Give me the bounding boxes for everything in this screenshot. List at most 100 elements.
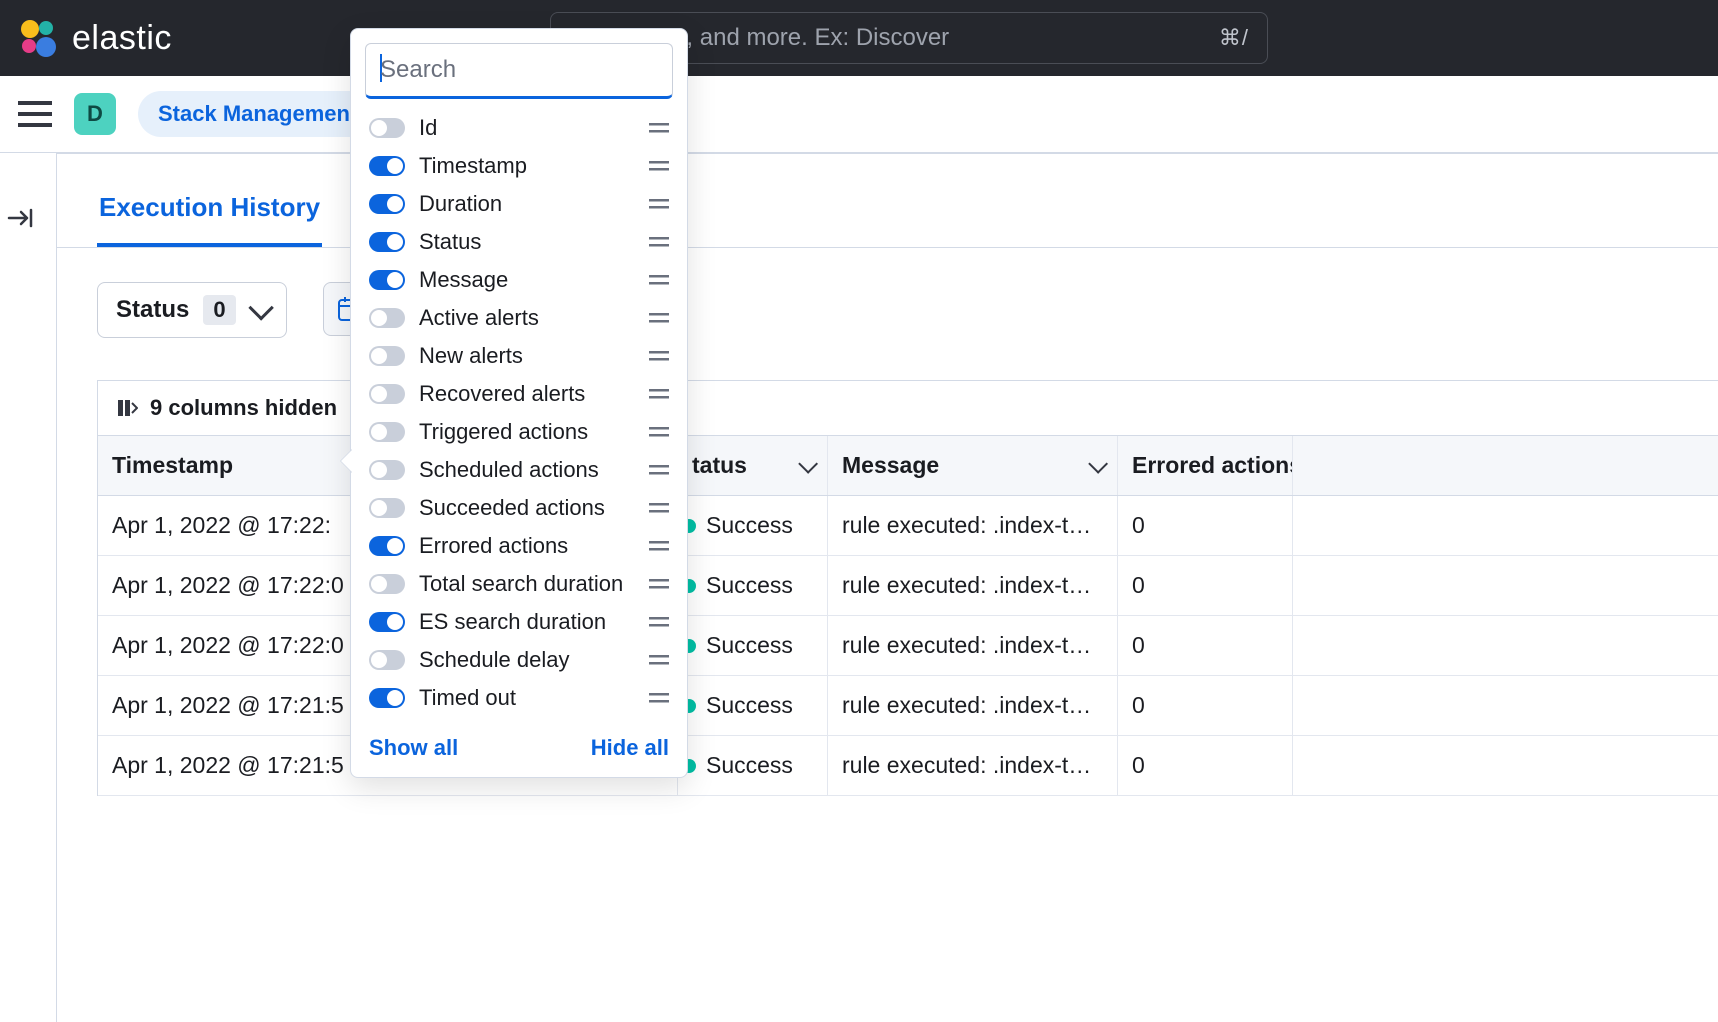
table-row[interactable]: Apr 1, 2022 @ 17:21:5Successrule execute… xyxy=(98,676,1718,736)
column-toggle[interactable] xyxy=(369,270,405,290)
th-message[interactable]: Message xyxy=(828,436,1118,495)
column-label: New alerts xyxy=(419,343,635,369)
drag-handle-icon[interactable] xyxy=(649,425,669,439)
td-message: rule executed: .index-t… xyxy=(828,616,1118,675)
column-toggle-row: Timestamp xyxy=(351,147,687,185)
status-filter[interactable]: Status 0 xyxy=(97,282,287,338)
drag-handle-icon[interactable] xyxy=(649,387,669,401)
column-toggle[interactable] xyxy=(369,650,405,670)
column-list: IdTimestamp Duration Status Message Active a… xyxy=(351,109,687,717)
app-header: D Stack Management xyxy=(0,76,1718,153)
breadcrumb[interactable]: Stack Management xyxy=(138,91,377,137)
drag-handle-icon[interactable] xyxy=(649,121,669,135)
column-label: Duration xyxy=(419,191,635,217)
column-label: Succeeded actions xyxy=(419,495,635,521)
tab-execution-history[interactable]: Execution History xyxy=(97,182,322,247)
brand-logo[interactable]: elastic xyxy=(16,16,172,60)
column-search-input[interactable] xyxy=(365,43,673,99)
main-panel: Execution History A Status 0 9 columns h… xyxy=(56,153,1718,1022)
status-filter-label: Status xyxy=(116,296,189,324)
column-toggle[interactable] xyxy=(369,118,405,138)
brand-name: elastic xyxy=(72,19,172,58)
column-toggle-row: Total search duration xyxy=(351,565,687,603)
column-label: Active alerts xyxy=(419,305,635,331)
td-status: Success xyxy=(678,736,828,795)
td-status: Success xyxy=(678,556,828,615)
drag-handle-icon[interactable] xyxy=(649,577,669,591)
table-toolbar[interactable]: 9 columns hidden xyxy=(98,381,1718,436)
column-toggle[interactable] xyxy=(369,536,405,556)
drag-handle-icon[interactable] xyxy=(649,615,669,629)
drag-handle-icon[interactable] xyxy=(649,539,669,553)
column-toggle-row: Scheduled actions xyxy=(351,451,687,489)
tabs: Execution History A xyxy=(57,182,1718,248)
column-label: Total search duration xyxy=(419,571,635,597)
space-avatar[interactable]: D xyxy=(74,93,116,135)
column-toggle[interactable] xyxy=(369,574,405,594)
th-errored-actions[interactable]: Errored actions xyxy=(1118,436,1293,495)
menu-icon[interactable] xyxy=(18,101,52,127)
drag-handle-icon[interactable] xyxy=(649,273,669,287)
column-toggle[interactable] xyxy=(369,460,405,480)
hide-all-link[interactable]: Hide all xyxy=(591,735,669,761)
table-row[interactable]: Apr 1, 2022 @ 17:22:0Successrule execute… xyxy=(98,556,1718,616)
drag-handle-icon[interactable] xyxy=(649,197,669,211)
column-toggle-row: Timed out xyxy=(351,679,687,717)
drag-handle-icon[interactable] xyxy=(649,349,669,363)
column-label: Message xyxy=(419,267,635,293)
drag-handle-icon[interactable] xyxy=(649,311,669,325)
column-toggle[interactable] xyxy=(369,498,405,518)
table-row[interactable]: Apr 1, 2022 @ 17:22:0Successrule execute… xyxy=(98,616,1718,676)
filters-row: Status 0 xyxy=(57,248,1718,362)
column-toggle-row: Errored actions xyxy=(351,527,687,565)
column-toggle[interactable] xyxy=(369,688,405,708)
column-toggle[interactable] xyxy=(369,232,405,252)
td-message: rule executed: .index-t… xyxy=(828,496,1118,555)
column-toggle[interactable] xyxy=(369,156,405,176)
column-toggle[interactable] xyxy=(369,422,405,442)
column-toggle-row: Succeeded actions xyxy=(351,489,687,527)
chevron-down-icon xyxy=(248,295,273,320)
td-status: Success xyxy=(678,616,828,675)
td-status: Success xyxy=(678,676,828,735)
drag-handle-icon[interactable] xyxy=(649,501,669,515)
popover-footer: Show all Hide all xyxy=(351,717,687,767)
show-all-link[interactable]: Show all xyxy=(369,735,458,761)
column-toggle-row: ES search duration xyxy=(351,603,687,641)
td-errored: 0 xyxy=(1118,616,1293,675)
td-errored: 0 xyxy=(1118,496,1293,555)
th-status[interactable]: tatus xyxy=(678,436,828,495)
column-toggle[interactable] xyxy=(369,194,405,214)
table-body: Apr 1, 2022 @ 17:22:Successrule executed… xyxy=(98,496,1718,796)
chevron-down-icon xyxy=(798,453,818,473)
drag-handle-icon[interactable] xyxy=(649,235,669,249)
td-errored: 0 xyxy=(1118,676,1293,735)
column-toggle[interactable] xyxy=(369,612,405,632)
drag-handle-icon[interactable] xyxy=(649,691,669,705)
column-toggle-row: Message xyxy=(351,261,687,299)
column-search-wrap xyxy=(365,43,673,99)
column-toggle[interactable] xyxy=(369,346,405,366)
column-label: Status xyxy=(419,229,635,255)
chevron-down-icon xyxy=(1088,453,1108,473)
column-label: Recovered alerts xyxy=(419,381,635,407)
column-toggle-row: New alerts xyxy=(351,337,687,375)
column-label: Triggered actions xyxy=(419,419,635,445)
column-toggle[interactable] xyxy=(369,384,405,404)
drag-handle-icon[interactable] xyxy=(649,463,669,477)
table-row[interactable]: Apr 1, 2022 @ 17:21:5Successrule execute… xyxy=(98,736,1718,796)
columns-icon xyxy=(116,397,138,419)
collapse-sidebar-icon[interactable] xyxy=(6,204,34,232)
drag-handle-icon[interactable] xyxy=(649,159,669,173)
td-message: rule executed: .index-t… xyxy=(828,676,1118,735)
column-toggle[interactable] xyxy=(369,308,405,328)
column-toggle-row: Schedule delay xyxy=(351,641,687,679)
column-toggle-row: Active alerts xyxy=(351,299,687,337)
elastic-logo-icon xyxy=(16,16,60,60)
drag-handle-icon[interactable] xyxy=(649,653,669,667)
column-toggle-row: Id xyxy=(351,109,687,147)
table-row[interactable]: Apr 1, 2022 @ 17:22:Successrule executed… xyxy=(98,496,1718,556)
column-toggle-row: Status xyxy=(351,223,687,261)
global-header: elastic ps, content, and more. Ex: Disco… xyxy=(0,0,1718,76)
execution-table: 9 columns hidden Timestamp tatus Message… xyxy=(97,380,1718,796)
